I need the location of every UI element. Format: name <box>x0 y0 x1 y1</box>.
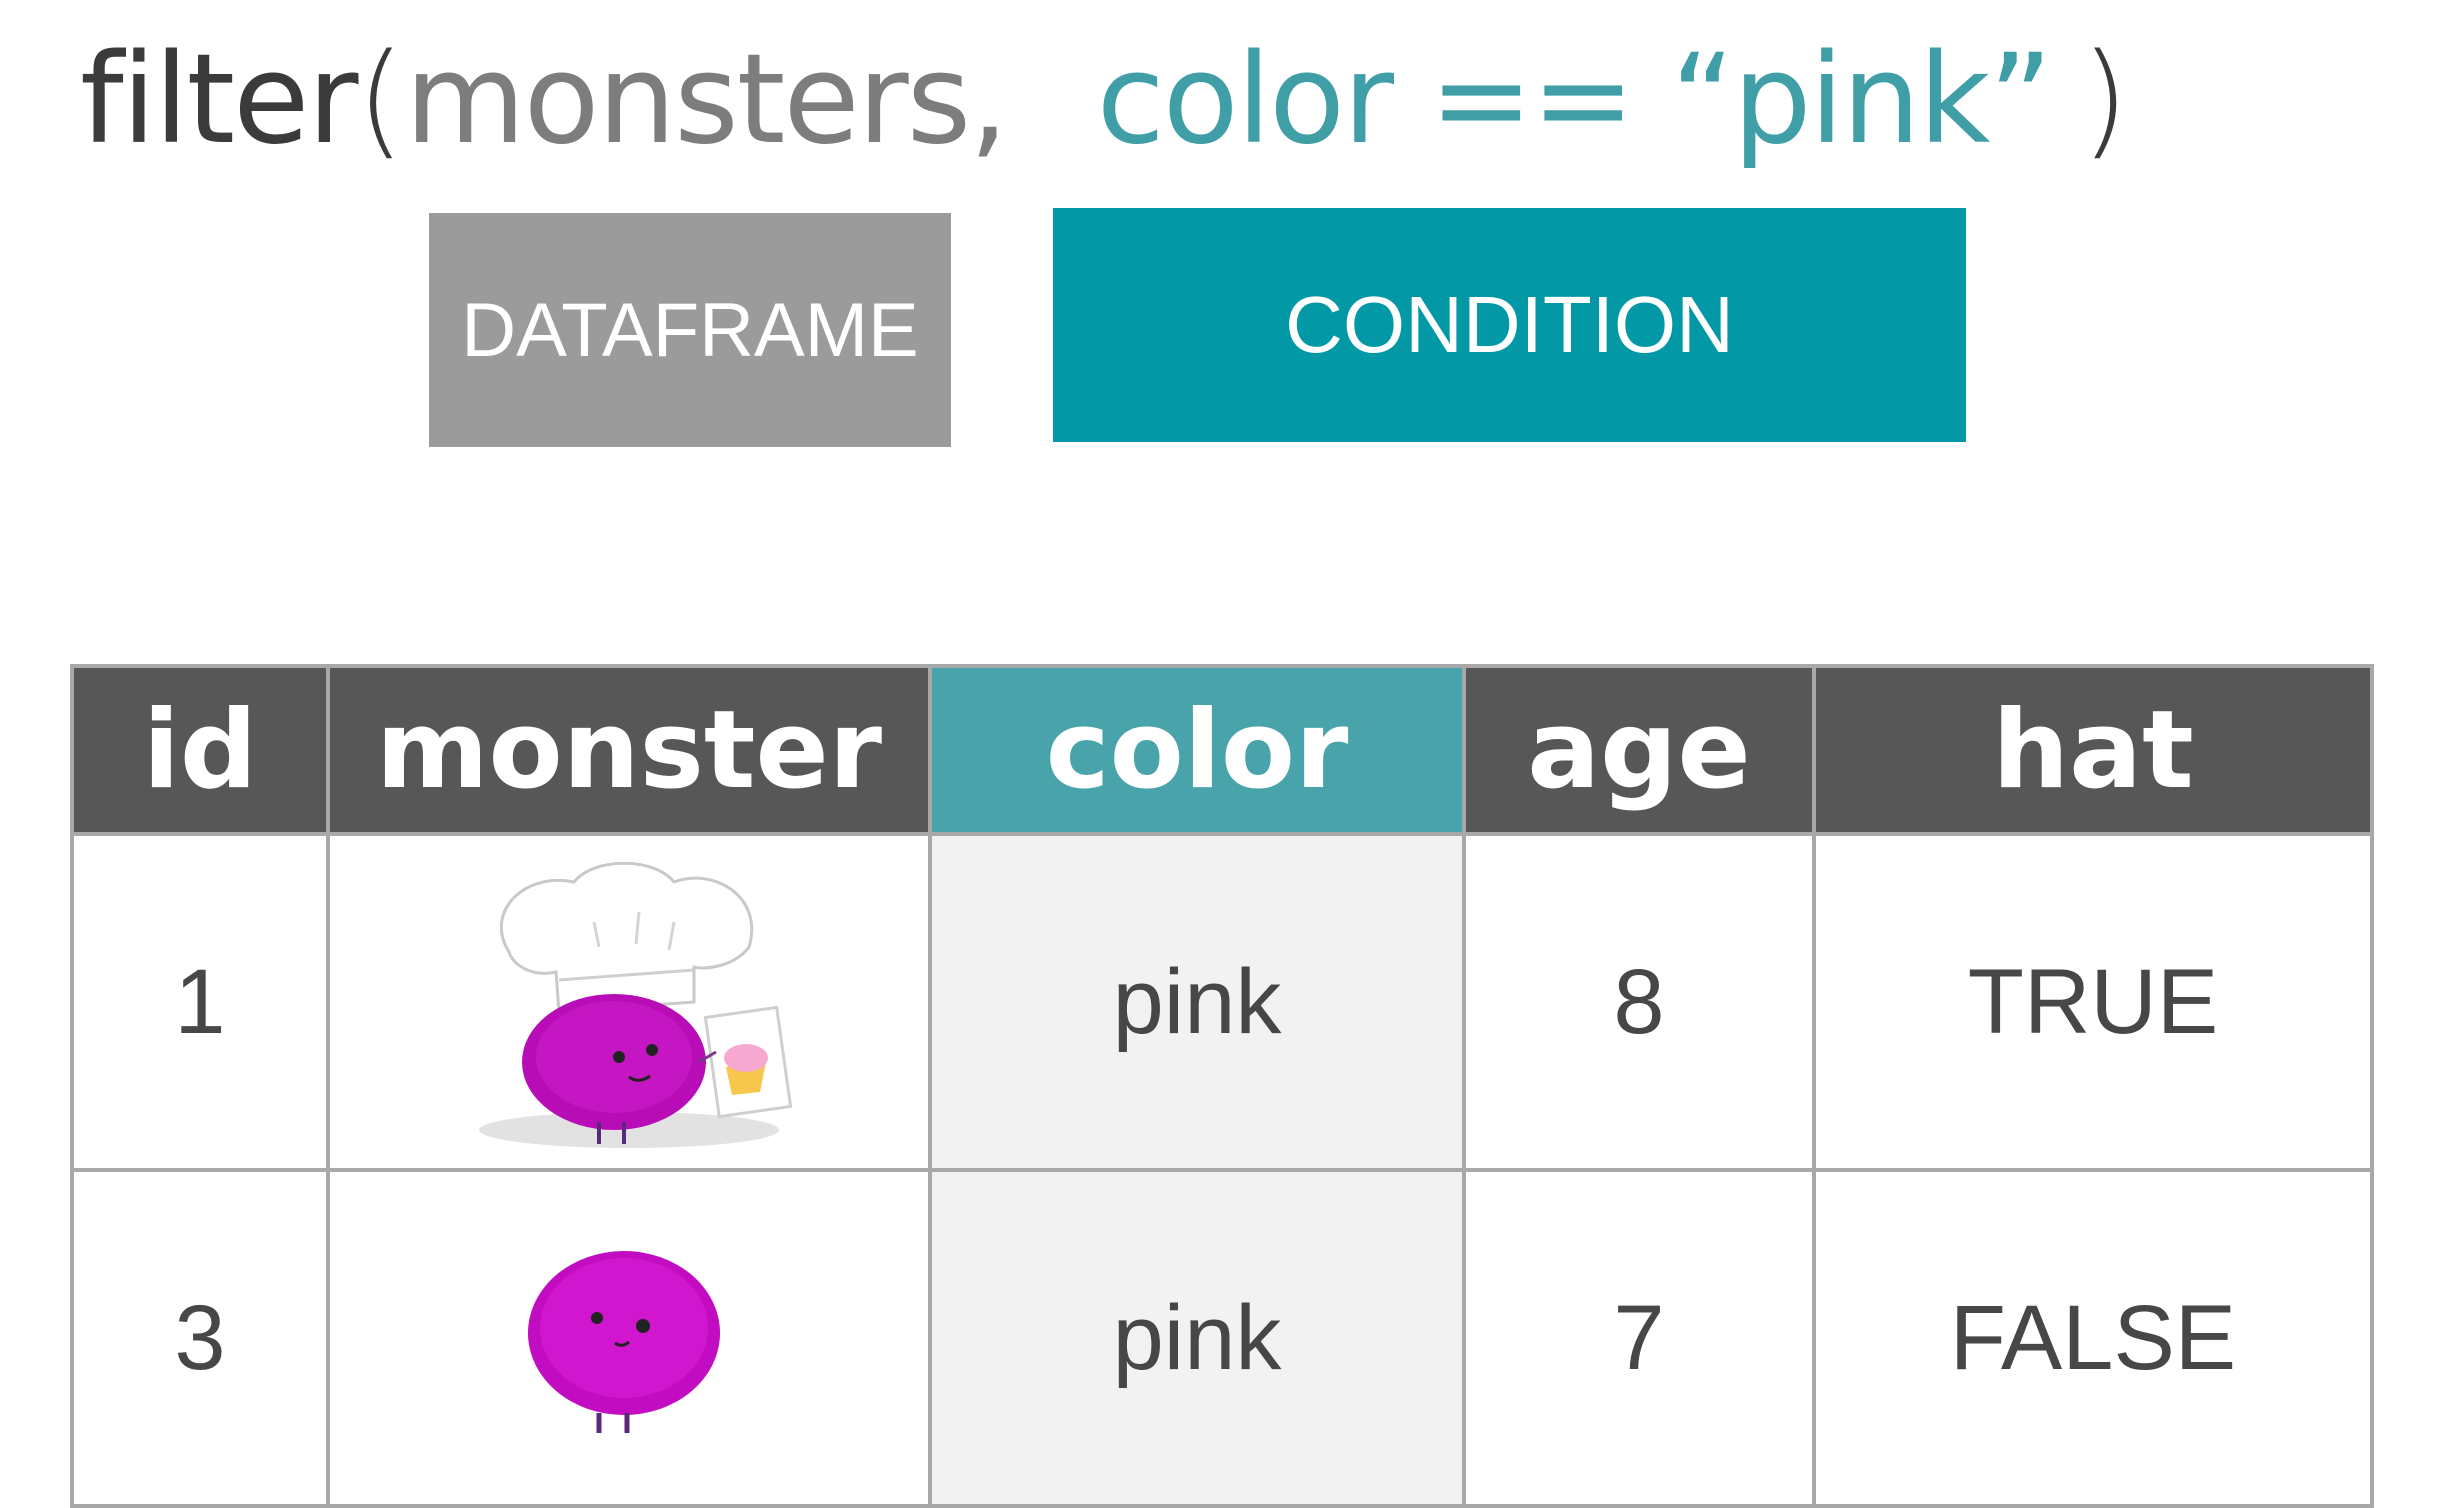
pink-monster-icon <box>528 1251 720 1433</box>
table-row: 3 pink 7 FALSE <box>70 1168 2374 1508</box>
close-paren: ) <box>2080 28 2130 172</box>
header-monster: monster <box>326 664 932 836</box>
header-age: age <box>1462 664 1816 836</box>
chef-pink-monster-icon <box>479 861 793 1148</box>
table-row: 1 pink 8 TRUE <box>70 832 2374 1172</box>
header-id: id <box>70 664 330 836</box>
filtered-monsters-table: id monster color age hat 1 pink 8 TRUE 3… <box>70 664 2374 1508</box>
condition-argument: color == “pink” <box>1096 28 2053 172</box>
cell-age: 7 <box>1462 1168 1816 1508</box>
cell-age: 8 <box>1462 832 1816 1172</box>
table-header-row: id monster color age hat <box>70 664 2374 836</box>
cell-id: 1 <box>70 832 330 1172</box>
cell-color: pink <box>928 832 1466 1172</box>
filter-code-line: filter(monsters, color == “pink”) <box>80 20 2129 180</box>
cell-monster <box>326 1168 932 1508</box>
condition-label: CONDITION <box>1053 208 1966 442</box>
function-name: filter <box>80 28 358 172</box>
dataframe-argument: monsters, <box>404 28 1009 172</box>
dataframe-label: DATAFRAME <box>429 213 951 447</box>
open-paren: ( <box>356 28 405 172</box>
cell-hat: FALSE <box>1812 1168 2374 1508</box>
header-color: color <box>928 664 1466 836</box>
cell-hat: TRUE <box>1812 832 2374 1172</box>
cell-id: 3 <box>70 1168 330 1508</box>
cell-color: pink <box>928 1168 1466 1508</box>
header-hat: hat <box>1812 664 2374 836</box>
cell-monster <box>326 832 932 1172</box>
